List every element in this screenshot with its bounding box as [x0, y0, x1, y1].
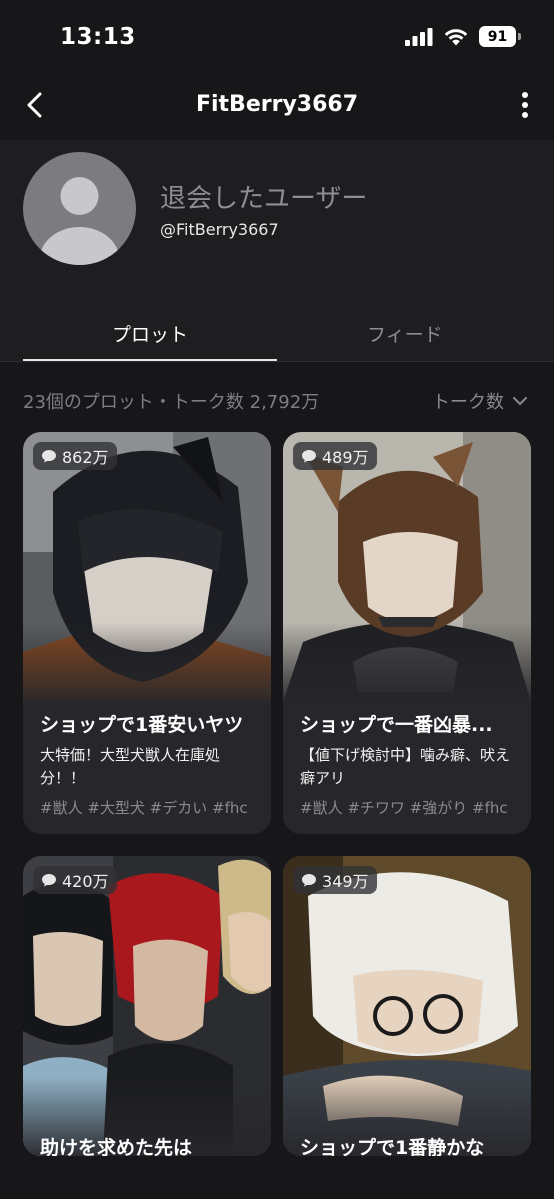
talk-count-badge: 862万 [33, 442, 117, 470]
avatar [23, 152, 136, 265]
card-title: ショップで1番静かな [300, 1137, 485, 1156]
sort-label: トーク数 [432, 392, 504, 413]
profile-header: 退会したユーザー @FitBerry3667 [0, 140, 554, 300]
signal-icon [405, 27, 433, 46]
sort-dropdown[interactable]: トーク数 [432, 388, 528, 414]
talk-count-badge: 489万 [293, 442, 377, 470]
status-time: 13:13 [60, 24, 136, 50]
plot-card[interactable]: 349万 ショップで1番静かな [283, 856, 531, 1156]
chat-bubble-icon [42, 450, 56, 463]
talk-count: 862万 [62, 448, 109, 467]
more-options-icon[interactable] [520, 90, 530, 120]
talk-count: 349万 [322, 872, 369, 891]
card-description: 大特価！大型犬獣人在庫処分！！ [40, 746, 221, 787]
card-title: 助けを求めた先は [40, 1137, 193, 1156]
chevron-down-icon [513, 397, 527, 406]
card-tags: #獣人 #大型犬 #デカい #fhc [40, 799, 248, 817]
page-title: FitBerry3667 [195, 92, 359, 117]
profile-name: 退会したユーザー [160, 184, 368, 214]
chat-bubble-icon [302, 874, 316, 887]
card-title: ショップで1番安いヤツ [40, 714, 244, 736]
plot-card[interactable]: 489万 ショップで一番凶暴... 【値下げ検討中】噛み癖、吠え癖アリ #獣人 … [283, 432, 531, 834]
status-icons: 91 [405, 26, 521, 47]
wifi-icon [444, 29, 468, 46]
profile-handle: @FitBerry3667 [160, 220, 279, 239]
plot-card[interactable]: 862万 ショップで1番安いヤツ 大特価！大型犬獣人在庫処分！！ #獣人 #大型… [23, 432, 271, 834]
card-title: ショップで一番凶暴... [300, 714, 493, 736]
talk-count: 420万 [62, 872, 109, 891]
plot-summary: 23個のプロット・トーク数 2,792万 [23, 392, 320, 413]
plot-card[interactable]: 420万 助けを求めた先は [23, 856, 271, 1156]
active-tab-indicator [23, 359, 277, 361]
talk-count-badge: 420万 [33, 866, 117, 894]
profile-tabs: プロット フィード [0, 300, 554, 362]
battery-icon: 91 [479, 26, 521, 47]
image-shade [23, 622, 271, 702]
status-bar: 13:13 91 [0, 0, 554, 74]
card-tags: #獣人 #チワワ #強がり #fhc [300, 799, 508, 817]
image-shade [283, 622, 531, 702]
talk-count-badge: 349万 [293, 866, 377, 894]
nav-bar: FitBerry3667 [0, 74, 554, 140]
tab-feed[interactable]: フィード [367, 320, 443, 347]
default-user-icon [39, 177, 120, 265]
talk-count: 489万 [322, 448, 369, 467]
card-description: 【値下げ検討中】噛み癖、吠え癖アリ [300, 746, 511, 787]
tab-plot[interactable]: プロット [112, 320, 188, 347]
chat-bubble-icon [42, 874, 56, 887]
chat-bubble-icon [302, 450, 316, 463]
